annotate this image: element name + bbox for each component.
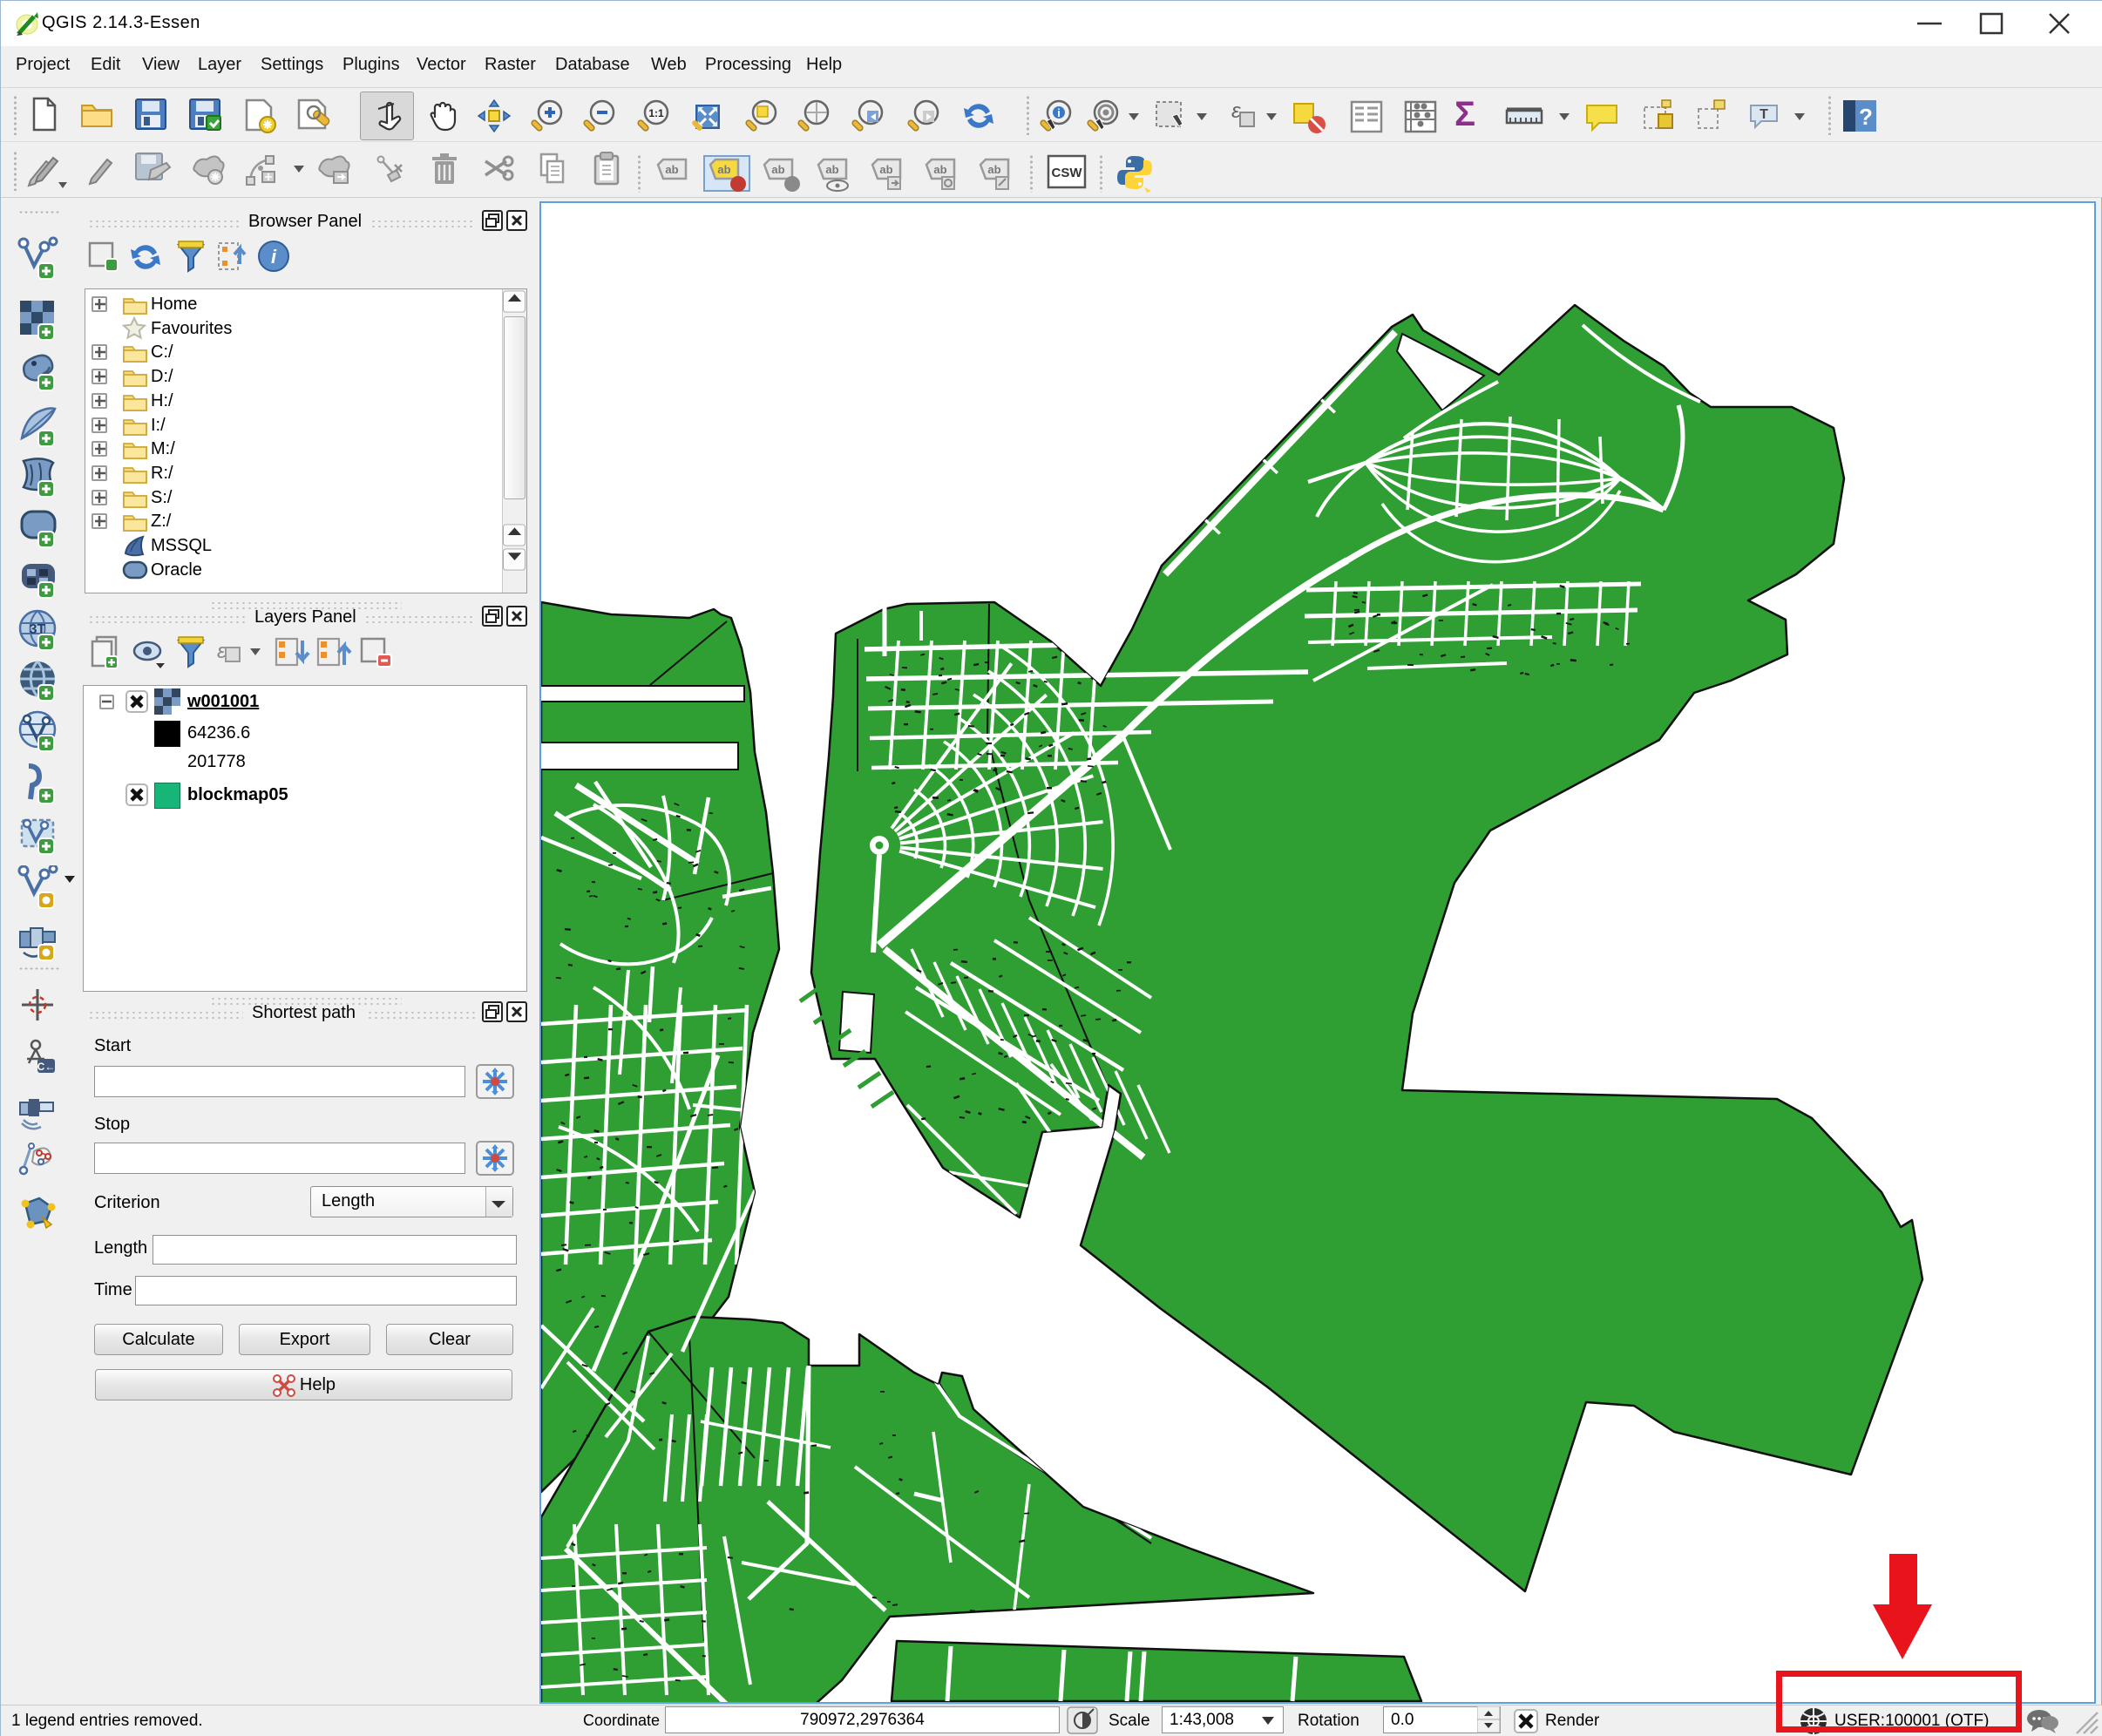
svg-text:i: i [1057, 106, 1061, 119]
svg-text:ab: ab [825, 163, 838, 176]
svg-text:ab: ab [987, 163, 1000, 176]
svg-text:ab: ab [933, 163, 946, 176]
svg-text:?: ? [1859, 104, 1873, 130]
svg-text:C←: C← [37, 1061, 56, 1073]
svg-text:ab: ab [665, 163, 678, 176]
svg-text:1:1: 1:1 [648, 107, 664, 119]
svg-text:ab: ab [771, 163, 784, 176]
svg-text:ab: ab [879, 163, 892, 176]
svg-text:i: i [271, 246, 277, 268]
svg-text:ab: ab [717, 163, 730, 176]
svg-text:CSW: CSW [1052, 166, 1083, 180]
svg-text:T: T [1760, 107, 1768, 122]
